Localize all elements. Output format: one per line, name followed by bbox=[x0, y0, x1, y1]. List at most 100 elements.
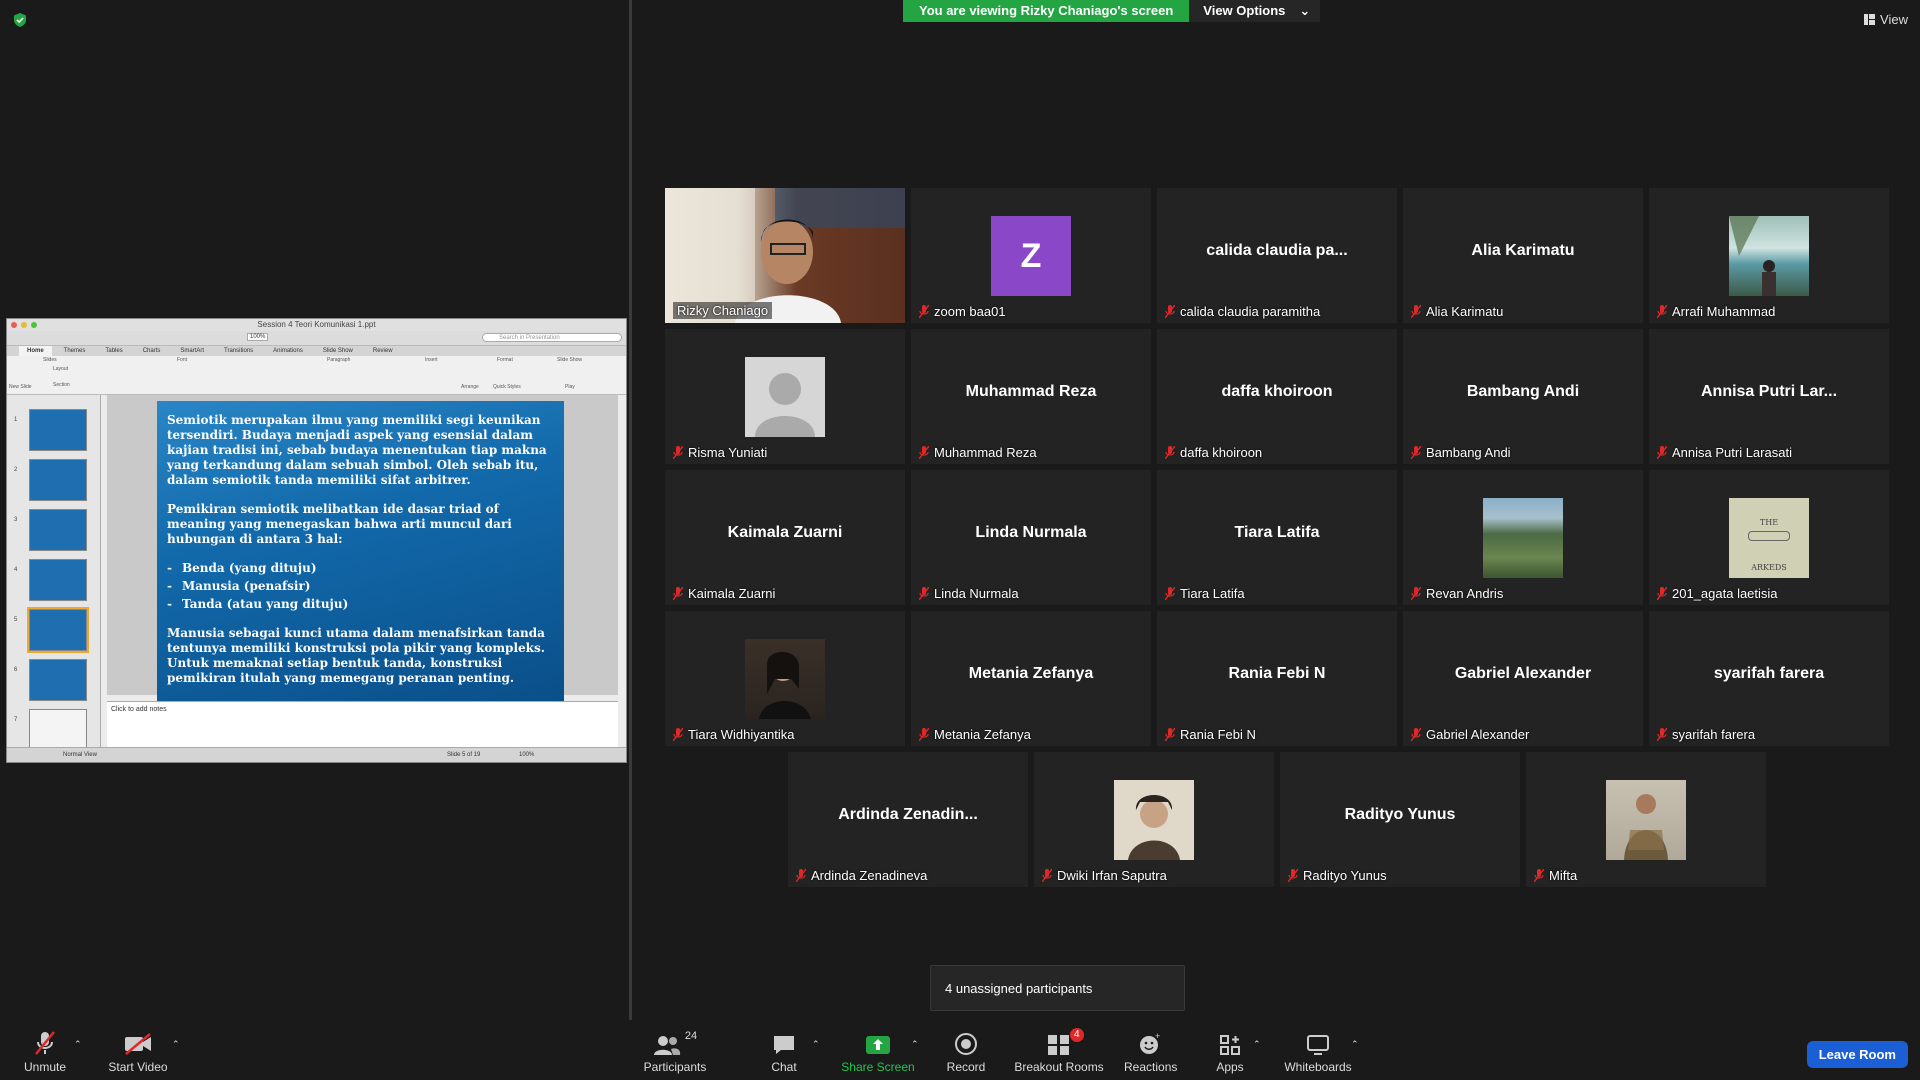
ppt-tab[interactable]: Slide Show bbox=[315, 346, 361, 356]
shared-screen[interactable]: Session 4 Teori Komunikasi 1.ppt 100% Se… bbox=[6, 318, 627, 763]
slide-thumbnail-selected[interactable] bbox=[27, 607, 89, 653]
slide-thumbnail[interactable] bbox=[29, 709, 87, 751]
unmute-button[interactable]: Unmute bbox=[22, 1030, 68, 1074]
participant-tile[interactable]: Radityo Yunus Radityo Yunus bbox=[1280, 752, 1520, 887]
breakout-rooms-button[interactable]: 4 Breakout Rooms bbox=[1012, 1028, 1106, 1074]
share-screen-icon bbox=[866, 1036, 890, 1054]
participant-display-name: daffa khoiroon bbox=[1221, 383, 1333, 400]
participant-tile[interactable]: Bambang Andi Bambang Andi bbox=[1403, 329, 1643, 464]
participant-tile[interactable]: Annisa Putri Lar... Annisa Putri Larasati bbox=[1649, 329, 1889, 464]
ribbon-button[interactable]: Layout bbox=[53, 366, 68, 372]
ribbon-button[interactable]: Quick Styles bbox=[493, 384, 521, 390]
close-dot[interactable] bbox=[11, 322, 17, 328]
chat-label: Chat bbox=[771, 1060, 797, 1074]
ppt-tab[interactable]: Animations bbox=[265, 346, 311, 356]
share-options-caret[interactable]: ⌃ bbox=[911, 1039, 919, 1050]
participant-name: Kaimala Zuarni bbox=[688, 586, 776, 601]
participant-tile[interactable]: syarifah farera syarifah farera bbox=[1649, 611, 1889, 746]
profile-photo bbox=[745, 639, 825, 719]
breakout-rooms-icon bbox=[1048, 1035, 1069, 1055]
ppt-tab[interactable]: SmartArt bbox=[172, 346, 212, 356]
view-options-button[interactable]: View Options ⌄ bbox=[1189, 0, 1321, 22]
participants-button[interactable]: 24 Participants bbox=[640, 1030, 710, 1074]
ppt-tab[interactable]: Charts bbox=[135, 346, 169, 356]
participant-display-name: Annisa Putri Lar... bbox=[1700, 383, 1838, 400]
share-screen-button[interactable]: Share Screen bbox=[838, 1030, 918, 1074]
video-options-caret[interactable]: ⌃ bbox=[172, 1039, 180, 1050]
slide-bullet: Manusia (penafsir) bbox=[167, 579, 554, 594]
chat-options-caret[interactable]: ⌃ bbox=[812, 1039, 820, 1050]
slide-thumbnail[interactable] bbox=[29, 409, 87, 451]
participant-tile[interactable]: Gabriel Alexander Gabriel Alexander bbox=[1403, 611, 1643, 746]
participants-count: 24 bbox=[684, 1030, 698, 1042]
participant-tile[interactable]: daffa khoiroon daffa khoiroon bbox=[1157, 329, 1397, 464]
view-layout-button[interactable]: View bbox=[1864, 12, 1908, 27]
participant-tile[interactable]: Ardinda Zenadin... Ardinda Zenadineva bbox=[788, 752, 1028, 887]
participant-name-label: Alia Karimatu bbox=[1411, 304, 1503, 319]
whiteboards-label: Whiteboards bbox=[1284, 1060, 1352, 1074]
minimize-dot[interactable] bbox=[21, 322, 27, 328]
participant-tile[interactable]: Revan Andris bbox=[1403, 470, 1643, 605]
ppt-zoom[interactable]: 100% bbox=[247, 333, 269, 341]
mic-muted-icon bbox=[1165, 728, 1175, 741]
slide-thumbnail[interactable] bbox=[29, 459, 87, 501]
participant-tile[interactable]: Dwiki Irfan Saputra bbox=[1034, 752, 1274, 887]
current-slide[interactable]: Semiotik merupakan ilmu yang memiliki se… bbox=[157, 401, 564, 701]
split-divider[interactable] bbox=[629, 0, 632, 1025]
reactions-button[interactable]: + Reactions bbox=[1124, 1030, 1177, 1074]
whiteboards-button[interactable]: Whiteboards bbox=[1282, 1030, 1354, 1074]
participant-name: Tiara Latifa bbox=[1180, 586, 1245, 601]
participant-tile[interactable]: Kaimala Zuarni Kaimala Zuarni bbox=[665, 470, 905, 605]
slide-thumbnail[interactable] bbox=[29, 659, 87, 701]
mic-muted-icon bbox=[1288, 869, 1298, 882]
mic-muted-icon bbox=[919, 305, 929, 318]
whiteboards-options-caret[interactable]: ⌃ bbox=[1351, 1039, 1359, 1050]
participant-name-label: Tiara Widhiyantika bbox=[673, 727, 794, 742]
profile-photo bbox=[1729, 216, 1809, 296]
participant-tile[interactable]: Metania Zefanya Metania Zefanya bbox=[911, 611, 1151, 746]
participant-tile[interactable]: calida claudia pa... calida claudia param… bbox=[1157, 188, 1397, 323]
participant-tile[interactable]: Mifta bbox=[1526, 752, 1766, 887]
ppt-tab[interactable]: Home bbox=[19, 346, 52, 356]
ppt-tab[interactable]: Tables bbox=[97, 346, 130, 356]
participant-tile[interactable]: Risma Yuniati bbox=[665, 329, 905, 464]
zoom-dot[interactable] bbox=[31, 322, 37, 328]
profile-photo bbox=[1606, 780, 1686, 860]
participant-tile[interactable]: Arrafi Muhammad bbox=[1649, 188, 1889, 323]
ppt-tab[interactable]: Review bbox=[365, 346, 401, 356]
participant-tile[interactable]: Muhammad Reza Muhammad Reza bbox=[911, 329, 1151, 464]
participant-name: 201_agata laetisia bbox=[1672, 586, 1778, 601]
slide-thumbnail[interactable] bbox=[29, 509, 87, 551]
chat-button[interactable]: Chat bbox=[762, 1030, 806, 1074]
participant-tile[interactable]: Zzoom baa01 bbox=[911, 188, 1151, 323]
ribbon-button[interactable]: Section bbox=[53, 382, 70, 388]
apps-button[interactable]: Apps bbox=[1210, 1030, 1250, 1074]
ribbon-button[interactable]: Play bbox=[565, 384, 575, 390]
participant-tile[interactable]: Tiara Latifa Tiara Latifa bbox=[1157, 470, 1397, 605]
apps-options-caret[interactable]: ⌃ bbox=[1253, 1039, 1261, 1050]
participant-name: zoom baa01 bbox=[934, 304, 1006, 319]
participant-tile[interactable]: Linda Nurmala Linda Nurmala bbox=[911, 470, 1151, 605]
slide-thumbnail[interactable] bbox=[29, 559, 87, 601]
participant-tile[interactable]: Rania Febi N Rania Febi N bbox=[1157, 611, 1397, 746]
video-off-icon bbox=[125, 1033, 151, 1055]
ppt-tab[interactable]: Transitions bbox=[216, 346, 261, 356]
ribbon-button[interactable]: New Slide bbox=[9, 384, 32, 390]
ppt-search[interactable]: Search in Presentation bbox=[482, 333, 622, 342]
active-speaker-tile[interactable]: Rizky Chaniago bbox=[665, 188, 905, 323]
start-video-button[interactable]: Start Video bbox=[106, 1030, 170, 1074]
ppt-tab[interactable]: Themes bbox=[56, 346, 94, 356]
participant-tile[interactable]: Tiara Widhiyantika bbox=[665, 611, 905, 746]
participant-tile[interactable]: Alia Karimatu Alia Karimatu bbox=[1403, 188, 1643, 323]
audio-options-caret[interactable]: ⌃ bbox=[74, 1039, 82, 1050]
notes-pane[interactable]: Click to add notes bbox=[107, 701, 618, 748]
encryption-shield-icon[interactable] bbox=[12, 12, 28, 28]
leave-room-button[interactable]: Leave Room bbox=[1806, 1041, 1908, 1068]
participant-name-label: Annisa Putri Larasati bbox=[1657, 445, 1792, 460]
participant-display-name: Tiara Latifa bbox=[1234, 524, 1320, 541]
participant-name-label: Linda Nurmala bbox=[919, 586, 1019, 601]
participant-tile[interactable]: THE ARKEDS 201_agata laetisia bbox=[1649, 470, 1889, 605]
record-button[interactable]: Record bbox=[942, 1030, 990, 1074]
participant-name-label: Bambang Andi bbox=[1411, 445, 1511, 460]
ribbon-button[interactable]: Arrange bbox=[461, 384, 479, 390]
